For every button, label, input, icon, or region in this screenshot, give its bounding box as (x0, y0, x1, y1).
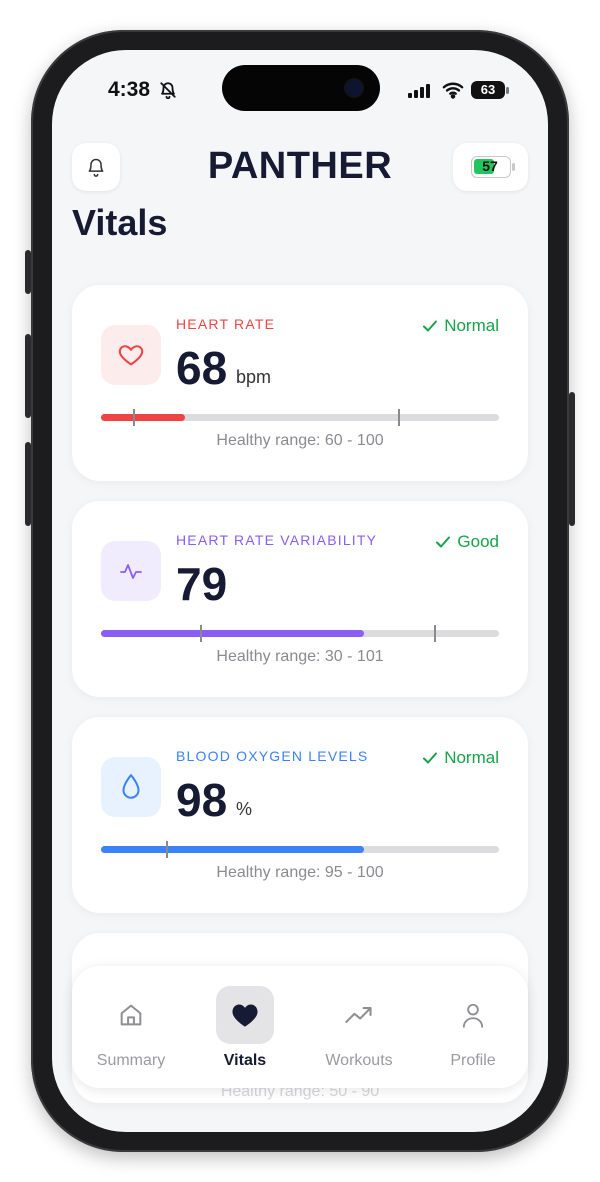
page-title: Vitals (72, 202, 168, 243)
range-min-marker (200, 625, 202, 642)
power-button (569, 392, 575, 526)
hrv-card[interactable]: HEART RATE VARIABILITY Good 79 Healthy r… (72, 501, 528, 697)
tab-profile[interactable]: Profile (423, 982, 523, 1078)
vital-label: HEART RATE VARIABILITY (176, 532, 378, 548)
vital-status-text: Normal (444, 748, 499, 767)
tab-label: Workouts (325, 1052, 393, 1069)
volume-up-button (25, 334, 31, 418)
device-battery-tip (512, 163, 515, 171)
status-time: 4:38 (108, 78, 151, 101)
app-screen: 4:38 63 PANTHER 57 Vitals HEART RATE Nor… (52, 50, 548, 1132)
tab-vitals[interactable]: Vitals (195, 982, 295, 1078)
healthy-range: Healthy range: 60 - 100 (216, 432, 384, 449)
blood-oxygen-card[interactable]: BLOOD OXYGEN LEVELS Normal 98 % Healthy … (72, 717, 528, 913)
tab-summary[interactable]: Summary (81, 982, 181, 1078)
range-min-marker (166, 841, 168, 858)
vital-label: HEART RATE (176, 316, 276, 332)
status-bar: 4:38 63 (52, 78, 548, 104)
wifi-icon (442, 81, 464, 104)
vital-status: Good (435, 532, 499, 552)
heart-outline-icon (118, 345, 144, 366)
range-max-marker (434, 625, 436, 642)
bottom-tab-bar: Summary Vitals Workouts Profile (72, 966, 528, 1088)
check-icon (423, 752, 438, 764)
vital-range-fill (101, 846, 364, 853)
droplet-icon (122, 774, 140, 799)
tab-label: Profile (450, 1052, 496, 1069)
battery-level: 63 (471, 81, 505, 99)
range-min-marker (133, 409, 135, 426)
check-icon (423, 320, 438, 332)
heart-rate-icon-box (101, 325, 161, 385)
volume-down-button (25, 442, 31, 526)
device-battery-level: 57 (482, 158, 498, 174)
vital-unit: bpm (236, 367, 272, 387)
vital-status-text: Good (457, 532, 499, 551)
vital-value: 79 (176, 558, 228, 610)
bell-muted-icon (159, 81, 177, 104)
battery-icon (506, 87, 509, 94)
device-battery-icon: 57 (471, 156, 515, 178)
vital-range-track (101, 625, 499, 642)
check-icon (436, 536, 451, 548)
vital-unit: % (236, 799, 253, 819)
vital-value: 68 (176, 342, 228, 394)
tab-label: Summary (96, 1052, 166, 1069)
vital-value: 98 (176, 774, 228, 826)
pulse-icon (120, 564, 142, 579)
vital-status: Normal (422, 316, 499, 336)
home-icon (102, 986, 160, 1044)
action-button (25, 250, 31, 294)
heart-rate-card[interactable]: HEART RATE Normal 68 bpm Healthy range: … (72, 285, 528, 481)
healthy-range: Healthy range: 30 - 101 (216, 648, 384, 665)
vital-status-text: Normal (444, 316, 499, 335)
healthy-range: Healthy range: 95 - 100 (216, 864, 384, 881)
heart-icon (216, 986, 274, 1044)
vital-range-track (101, 841, 499, 858)
vital-range-fill (101, 414, 185, 421)
cellular-signal-icon (408, 84, 432, 103)
range-max-marker (398, 409, 400, 426)
hrv-icon-box (101, 541, 161, 601)
device-battery-button[interactable]: 57 (453, 143, 528, 191)
trend-up-icon (330, 986, 388, 1044)
tab-label: Vitals (223, 1052, 267, 1069)
tab-workouts[interactable]: Workouts (309, 982, 409, 1078)
user-icon (444, 986, 502, 1044)
vital-range-track (101, 409, 499, 426)
vital-range-fill (101, 630, 364, 637)
vital-status: Normal (422, 748, 499, 768)
blood-oxygen-icon-box (101, 757, 161, 817)
vital-label: BLOOD OXYGEN LEVELS (176, 748, 369, 764)
